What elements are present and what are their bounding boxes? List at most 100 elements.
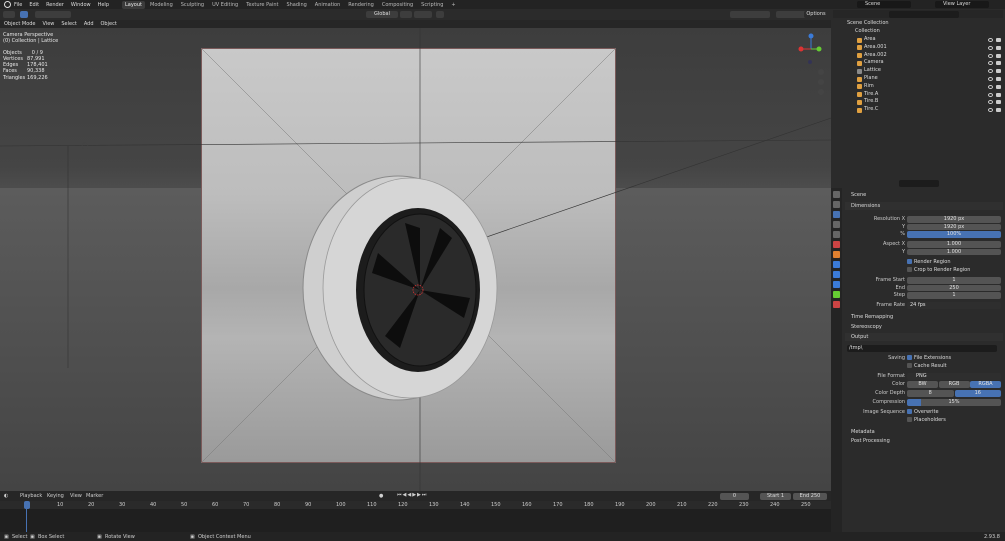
tab-layout[interactable]: Layout [122, 0, 145, 9]
frame-step-field[interactable]: 1 [907, 292, 1001, 299]
post-processing-section[interactable]: Post Processing [851, 437, 1005, 445]
render-camera-icon[interactable] [996, 45, 1001, 50]
visibility-eye-icon[interactable] [988, 38, 993, 42]
aspect-x-field[interactable]: 1.000 [907, 241, 1001, 248]
visibility-eye-icon[interactable] [988, 92, 993, 97]
view-layer-selector[interactable]: View Layer [935, 1, 989, 8]
current-frame-field[interactable]: 0 [720, 493, 749, 500]
render-camera-icon[interactable] [996, 38, 1001, 42]
tab-scripting[interactable]: Scripting [418, 1, 446, 9]
timeline-editor-icon[interactable]: ◐ [4, 493, 8, 499]
depth-16-button[interactable]: 16 [954, 390, 1001, 397]
render-camera-icon[interactable] [996, 53, 1001, 58]
menu-playback[interactable]: Playback [20, 493, 42, 499]
render-region-checkbox[interactable] [907, 259, 912, 264]
crop-checkbox[interactable] [907, 267, 912, 272]
transform-orientation-select[interactable]: Global [366, 11, 398, 18]
color-rgba-button[interactable]: RGBA [970, 381, 1001, 388]
view-layer-tab-icon[interactable] [833, 221, 840, 228]
menu-view[interactable]: View [70, 493, 82, 499]
end-frame-field[interactable]: End 250 [793, 493, 827, 500]
gizmo-overlay-icons[interactable] [730, 11, 770, 18]
menu-select[interactable]: Select [61, 21, 76, 27]
outliner-item[interactable]: Area.002 [831, 52, 1005, 60]
texture-tab-icon[interactable] [833, 301, 840, 308]
menu-add[interactable]: Add [84, 21, 94, 27]
visibility-eye-icon[interactable] [988, 45, 993, 50]
time-remapping-section[interactable]: Time Remapping [851, 313, 1005, 321]
world-tab-icon[interactable] [833, 241, 840, 248]
resolution-x-field[interactable]: 1920 px [907, 216, 1001, 223]
select-tool-icon[interactable] [20, 11, 28, 18]
scene-tab-icon[interactable] [833, 231, 840, 238]
navigation-gizmo[interactable] [795, 33, 827, 123]
render-camera-icon[interactable] [996, 69, 1001, 74]
placeholders-checkbox[interactable] [907, 417, 912, 422]
blender-logo-icon[interactable] [4, 1, 11, 8]
menu-object[interactable]: Object [101, 21, 117, 27]
menu-keying[interactable]: Keying [47, 493, 64, 499]
timeline-ruler[interactable]: 0102030405060708090100110120130140150160… [0, 501, 831, 509]
editor-type-icon[interactable] [3, 11, 15, 18]
color-rgb-button[interactable]: RGB [938, 381, 970, 388]
tab-sculpting[interactable]: Sculpting [178, 1, 207, 9]
tab-animation[interactable]: Animation [312, 1, 344, 9]
tab-shading[interactable]: Shading [283, 1, 309, 9]
snap-icon[interactable] [414, 11, 432, 18]
add-workspace-icon[interactable]: + [448, 1, 458, 9]
proportional-edit-icon[interactable] [436, 11, 444, 18]
file-format-select[interactable]: PNG [907, 373, 1001, 380]
dimensions-section[interactable]: Dimensions [845, 202, 1003, 210]
record-icon[interactable]: ● [379, 493, 383, 499]
render-camera-icon[interactable] [996, 100, 1001, 105]
visibility-eye-icon[interactable] [988, 84, 993, 89]
render-tab-icon[interactable] [833, 201, 840, 208]
properties-search-input[interactable] [899, 180, 939, 187]
options-button[interactable]: Options [804, 11, 828, 18]
pivot-icon[interactable] [400, 11, 412, 18]
tab-rendering[interactable]: Rendering [345, 1, 377, 9]
render-camera-icon[interactable] [996, 61, 1001, 66]
menu-render[interactable]: Render [46, 2, 64, 8]
render-camera-icon[interactable] [996, 84, 1001, 89]
output-section[interactable]: Output [845, 333, 1003, 341]
compression-slider[interactable]: 15% [907, 399, 1001, 406]
outliner-collection[interactable]: Collection [831, 28, 1005, 36]
stereoscopy-section[interactable]: Stereoscopy [851, 323, 1005, 331]
outliner-item[interactable]: Lattice [831, 67, 1005, 75]
frame-start-field[interactable]: 1 [907, 277, 1001, 284]
visibility-eye-icon[interactable] [988, 69, 993, 74]
outliner-item[interactable]: Camera [831, 59, 1005, 67]
visibility-eye-icon[interactable] [988, 61, 993, 66]
object-mode-select[interactable]: Object Mode [4, 21, 36, 27]
timeline[interactable]: ◐ Playback Keying View Marker ● ⏮◀◀▶▶⏭ 0… [0, 491, 831, 532]
outliner-item[interactable]: Tire.C [831, 106, 1005, 114]
particles-tab-icon[interactable] [833, 271, 840, 278]
playhead[interactable] [24, 501, 30, 509]
visibility-eye-icon[interactable] [988, 77, 993, 81]
menu-edit[interactable]: Edit [29, 2, 39, 8]
cache-result-checkbox[interactable] [907, 363, 912, 368]
3d-viewport[interactable]: Camera Perspective (0) Collection | Latt… [0, 28, 831, 491]
modifier-tab-icon[interactable] [833, 261, 840, 268]
resolution-y-field[interactable]: 1920 px [907, 223, 1001, 230]
visibility-eye-icon[interactable] [988, 53, 993, 58]
aspect-y-field[interactable]: 1.000 [907, 248, 1001, 255]
menu-file[interactable]: File [14, 2, 22, 8]
outliner-search-input[interactable] [889, 11, 959, 18]
tab-texture-paint[interactable]: Texture Paint [243, 1, 281, 9]
playback-controls-icon[interactable]: ⏮◀◀▶▶⏭ [397, 492, 427, 498]
selection-mode-icons[interactable] [35, 11, 71, 18]
menu-view[interactable]: View [43, 21, 55, 27]
tool-tab-icon[interactable] [833, 191, 840, 198]
constraints-tab-icon[interactable] [833, 291, 840, 298]
render-camera-icon[interactable] [996, 92, 1001, 97]
physics-tab-icon[interactable] [833, 281, 840, 288]
menu-window[interactable]: Window [71, 2, 91, 8]
metadata-section[interactable]: Metadata [851, 428, 1005, 436]
object-tab-icon[interactable] [833, 251, 840, 258]
menu-marker[interactable]: Marker [86, 493, 103, 499]
frame-rate-select[interactable]: 24 fps [907, 302, 1001, 309]
tab-compositing[interactable]: Compositing [379, 1, 416, 9]
scene-selector[interactable]: Scene [857, 1, 911, 8]
